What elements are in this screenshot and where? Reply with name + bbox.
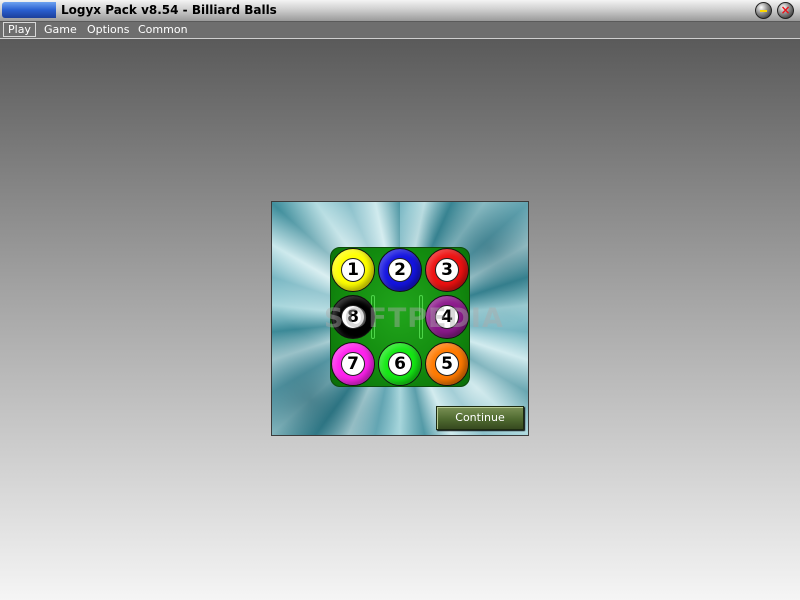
- minimize-icon: [760, 10, 767, 12]
- ball-number: 1: [341, 258, 365, 282]
- continue-button[interactable]: Continue: [436, 406, 524, 430]
- close-button[interactable]: ×: [777, 2, 794, 19]
- billiard-ball[interactable]: 3: [425, 248, 469, 292]
- ball-number: 2: [388, 258, 412, 282]
- app-window: Logyx Pack v8.54 - Billiard Balls × Play…: [0, 0, 800, 600]
- ball-number: 6: [388, 352, 412, 376]
- billiard-ball[interactable]: 2: [378, 248, 422, 292]
- menu-item-options[interactable]: Options: [83, 22, 133, 37]
- title-accent: [2, 2, 56, 18]
- window-title: Logyx Pack v8.54 - Billiard Balls: [61, 3, 277, 17]
- close-icon: ×: [780, 3, 791, 17]
- ball-number: 3: [435, 258, 459, 282]
- billiard-ball[interactable]: 8: [331, 295, 375, 339]
- menu-item-common[interactable]: Common: [134, 22, 192, 37]
- menu-item-game[interactable]: Game: [40, 22, 81, 37]
- billiard-ball[interactable]: 5: [425, 342, 469, 386]
- slot-line-right: [419, 295, 423, 339]
- game-panel: 1 2 3 8 4 7 6 5 SOFTPEDIA Continue: [271, 201, 529, 436]
- minimize-button[interactable]: [755, 2, 772, 19]
- menu-bar: Play Game Options Common: [0, 22, 800, 39]
- billiard-board: 1 2 3 8 4 7 6 5: [330, 247, 470, 387]
- billiard-ball[interactable]: 6: [378, 342, 422, 386]
- ball-number: 7: [341, 352, 365, 376]
- ball-number: 5: [435, 352, 459, 376]
- title-bar[interactable]: Logyx Pack v8.54 - Billiard Balls ×: [0, 0, 800, 22]
- ball-number: 4: [435, 305, 459, 329]
- menu-item-play[interactable]: Play: [3, 22, 36, 37]
- ball-number: 8: [341, 305, 365, 329]
- billiard-ball[interactable]: 4: [425, 295, 469, 339]
- billiard-ball[interactable]: 7: [331, 342, 375, 386]
- billiard-ball[interactable]: 1: [331, 248, 375, 292]
